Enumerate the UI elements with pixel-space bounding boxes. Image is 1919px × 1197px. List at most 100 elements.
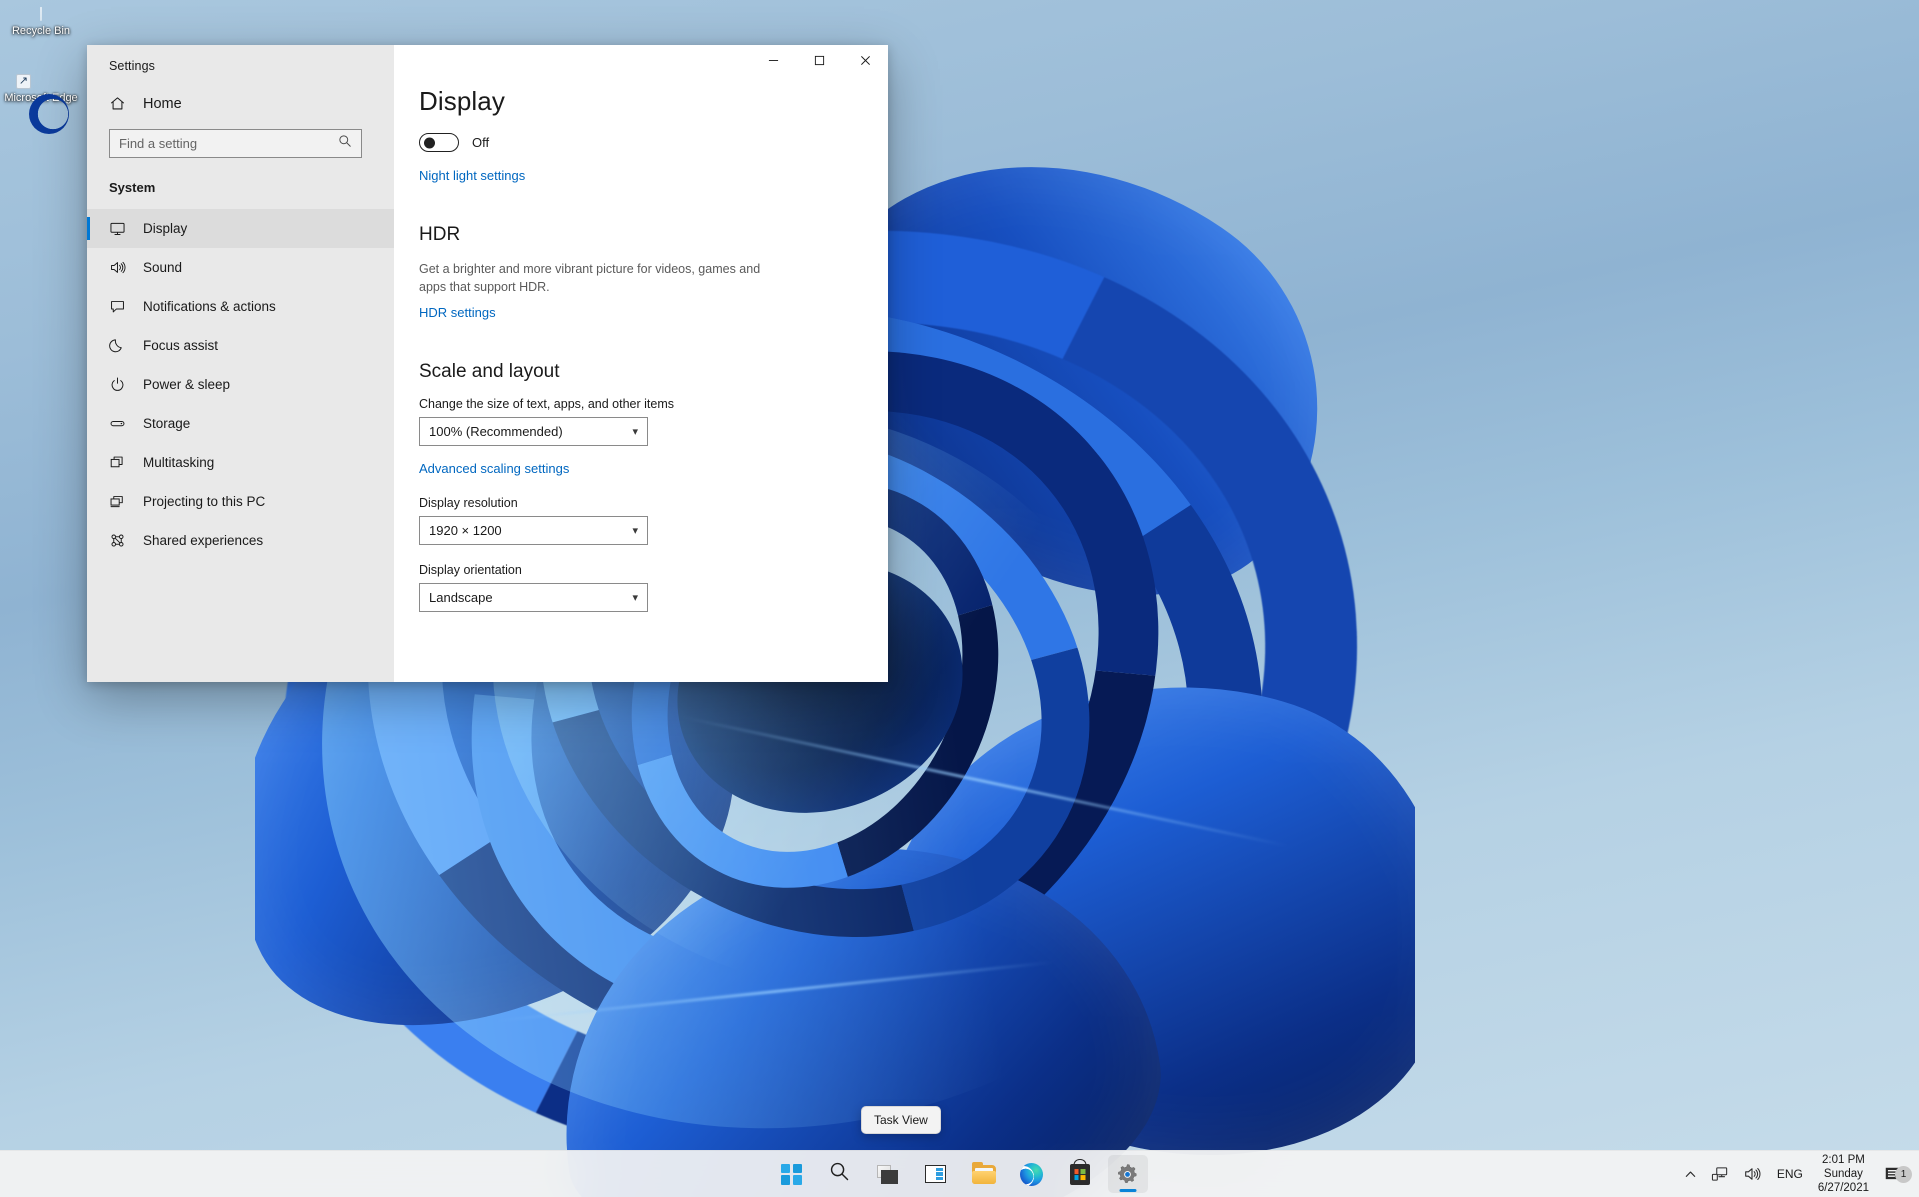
- clock-time: 2:01 PM: [1818, 1153, 1869, 1167]
- widgets-button[interactable]: [916, 1155, 956, 1193]
- notification-center-button[interactable]: 1: [1881, 1163, 1919, 1185]
- shortcut-arrow-icon: ↗: [16, 74, 31, 89]
- network-icon: [1711, 1165, 1729, 1183]
- task-view-button[interactable]: [868, 1155, 908, 1193]
- settings-content-pane: Display Off Night light settings HDR Get…: [394, 45, 888, 682]
- sidebar-item-shared-experiences[interactable]: Shared experiences: [87, 521, 394, 560]
- sidebar-item-sound[interactable]: Sound: [87, 248, 394, 287]
- settings-window[interactable]: Settings Home: [87, 45, 888, 682]
- search-setting-box[interactable]: [109, 129, 362, 158]
- task-view-icon: [877, 1165, 899, 1184]
- store-bag-icon: [1070, 1164, 1090, 1185]
- folder-icon: [972, 1165, 996, 1184]
- resolution-dropdown[interactable]: 1920 × 1200 ▾: [419, 516, 648, 545]
- sidebar-item-label: Shared experiences: [143, 533, 263, 548]
- taskbar[interactable]: ENG 2:01 PM Sunday 6/27/2021 1: [0, 1150, 1919, 1197]
- orientation-dropdown-value: Landscape: [429, 590, 493, 605]
- speaker-icon: [109, 259, 126, 276]
- sidebar-item-label: Projecting to this PC: [143, 494, 265, 509]
- task-view-tooltip-label: Task View: [874, 1113, 928, 1127]
- search-input[interactable]: [119, 136, 338, 151]
- network-button[interactable]: [1704, 1155, 1736, 1193]
- microsoft-edge-icon: [1020, 1163, 1043, 1186]
- chevron-down-icon: ▾: [632, 591, 638, 604]
- search-icon: [338, 134, 352, 153]
- desktop-icon-microsoft-edge[interactable]: ↗ Microsoft Edge: [2, 88, 80, 105]
- share-nodes-icon: [109, 532, 126, 549]
- microsoft-edge-button[interactable]: [1012, 1155, 1052, 1193]
- sidebar-item-power-sleep[interactable]: Power & sleep: [87, 365, 394, 404]
- toggle-knob: [424, 137, 435, 148]
- minimize-icon: [768, 55, 779, 66]
- hdr-heading: HDR: [419, 224, 888, 246]
- notification-count-badge: 1: [1895, 1166, 1912, 1183]
- windows-logo-icon: [781, 1164, 802, 1185]
- night-light-toggle-row: Off: [419, 133, 888, 152]
- desktop-icon-label: Recycle Bin: [12, 25, 70, 37]
- drive-icon: [109, 415, 126, 432]
- settings-nav-list: Display Sound: [87, 209, 394, 560]
- home-icon: [109, 95, 126, 112]
- clock-date: 6/27/2021: [1818, 1181, 1869, 1195]
- sidebar-item-label: Focus assist: [143, 338, 218, 353]
- close-icon: [860, 55, 871, 66]
- night-light-toggle-state: Off: [472, 135, 489, 150]
- microsoft-store-button[interactable]: [1060, 1155, 1100, 1193]
- resolution-field-label: Display resolution: [419, 496, 888, 510]
- taskbar-center-group: [772, 1155, 1148, 1193]
- sidebar-item-storage[interactable]: Storage: [87, 404, 394, 443]
- gear-icon: [1116, 1163, 1139, 1186]
- maximize-icon: [814, 55, 825, 66]
- power-icon: [109, 376, 126, 393]
- maximize-button[interactable]: [796, 45, 842, 76]
- chevron-up-icon: [1684, 1168, 1697, 1181]
- scale-dropdown[interactable]: 100% (Recommended) ▾: [419, 417, 648, 446]
- wallpaper-petal: [530, 810, 1180, 1197]
- orientation-dropdown[interactable]: Landscape ▾: [419, 583, 648, 612]
- sidebar-item-focus-assist[interactable]: Focus assist: [87, 326, 394, 365]
- settings-nav-pane: Settings Home: [87, 45, 394, 682]
- sidebar-item-label: Storage: [143, 416, 190, 431]
- night-light-toggle[interactable]: [419, 133, 459, 152]
- minimize-button[interactable]: [750, 45, 796, 76]
- search-icon: [829, 1161, 850, 1187]
- volume-button[interactable]: [1736, 1155, 1768, 1193]
- widgets-icon: [925, 1165, 946, 1183]
- window-controls: [750, 45, 888, 76]
- clock-day: Sunday: [1818, 1167, 1869, 1181]
- advanced-scaling-settings-link[interactable]: Advanced scaling settings: [419, 461, 569, 476]
- close-button[interactable]: [842, 45, 888, 76]
- task-view-tooltip: Task View: [861, 1106, 941, 1134]
- sidebar-item-multitasking[interactable]: Multitasking: [87, 443, 394, 482]
- sidebar-item-projecting-to-this-pc[interactable]: Projecting to this PC: [87, 482, 394, 521]
- night-light-settings-link[interactable]: Night light settings: [419, 168, 525, 183]
- language-indicator[interactable]: ENG: [1768, 1167, 1812, 1181]
- file-explorer-button[interactable]: [964, 1155, 1004, 1193]
- window-title: Settings: [87, 45, 394, 73]
- project-icon: [109, 493, 126, 510]
- start-button[interactable]: [772, 1155, 812, 1193]
- hdr-settings-link[interactable]: HDR settings: [419, 305, 496, 320]
- sidebar-item-display[interactable]: Display: [87, 209, 394, 248]
- chevron-down-icon: ▾: [632, 524, 638, 537]
- comment-icon: [109, 298, 126, 315]
- windows-stack-icon: [109, 454, 126, 471]
- clock[interactable]: 2:01 PM Sunday 6/27/2021: [1812, 1153, 1881, 1195]
- show-hidden-icons-button[interactable]: [1677, 1155, 1704, 1193]
- orientation-field-label: Display orientation: [419, 563, 888, 577]
- resolution-dropdown-value: 1920 × 1200: [429, 523, 502, 538]
- wallpaper-highlight: [681, 716, 1288, 848]
- moon-icon: [109, 337, 126, 354]
- nav-group-title: System: [87, 158, 394, 195]
- search-button[interactable]: [820, 1155, 860, 1193]
- page-title: Display: [419, 86, 888, 117]
- nav-item-home[interactable]: Home: [87, 73, 394, 112]
- sidebar-item-notifications-actions[interactable]: Notifications & actions: [87, 287, 394, 326]
- desktop[interactable]: Recycle Bin ↗ Microsoft Edge Settings Ho…: [0, 0, 1919, 1197]
- desktop-icon-recycle-bin[interactable]: Recycle Bin: [2, 8, 80, 38]
- wallpaper-highlight: [496, 961, 1053, 1023]
- settings-button[interactable]: [1108, 1155, 1148, 1193]
- sidebar-item-label: Sound: [143, 260, 182, 275]
- sidebar-item-label: Power & sleep: [143, 377, 230, 392]
- hdr-description: Get a brighter and more vibrant picture …: [419, 260, 771, 296]
